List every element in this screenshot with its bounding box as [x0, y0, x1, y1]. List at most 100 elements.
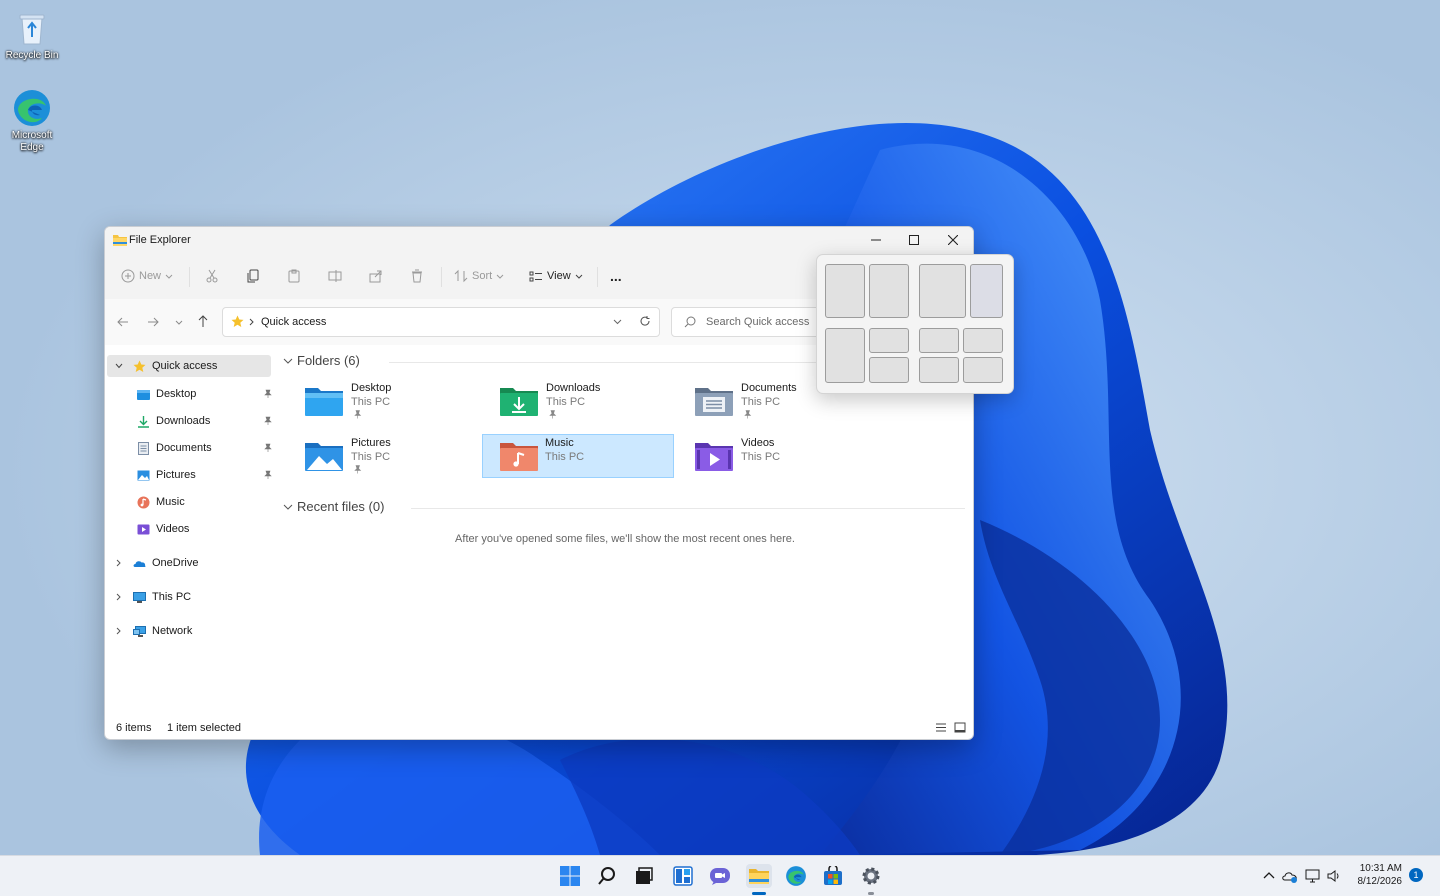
- clock[interactable]: 10:31 AM 8/12/2026: [1350, 862, 1403, 888]
- breadcrumb-chevron-icon: [249, 318, 254, 326]
- taskbar-store-button[interactable]: [821, 864, 845, 888]
- folders-header-label: Folders (6): [297, 353, 360, 368]
- desktop-icon-label: Recycle Bin: [5, 50, 59, 61]
- refresh-icon[interactable]: [639, 315, 651, 327]
- edge-icon: [786, 866, 806, 886]
- snap-zone-grid-bottom-left[interactable]: [919, 357, 959, 383]
- large-icons-view-icon[interactable]: [954, 722, 966, 733]
- snap-zone-three-top-right[interactable]: [869, 328, 909, 353]
- taskbar-file-explorer-button[interactable]: [746, 864, 772, 888]
- show-hidden-icons-icon[interactable]: [1262, 868, 1278, 884]
- sidebar-item-documents[interactable]: Documents: [137, 437, 273, 459]
- paste-button[interactable]: [287, 264, 301, 288]
- start-button[interactable]: [558, 864, 582, 888]
- search-box[interactable]: Search Quick access: [671, 307, 833, 337]
- address-bar[interactable]: Quick access: [222, 307, 660, 337]
- scissors-icon: [206, 269, 218, 283]
- folder-tile-desktop[interactable]: Desktop This PC: [301, 379, 491, 421]
- copy-button[interactable]: [246, 264, 260, 288]
- videos-icon: [137, 524, 150, 534]
- folders-section-header[interactable]: Folders (6): [283, 353, 360, 368]
- new-button[interactable]: New: [121, 264, 173, 288]
- address-dropdown-icon[interactable]: [613, 318, 622, 326]
- sidebar-item-network[interactable]: Network: [107, 620, 271, 642]
- sidebar-item-label: Videos: [156, 523, 190, 535]
- up-arrow-icon[interactable]: [197, 315, 209, 328]
- content-pane: Folders (6) Desktop This PC Downloads Th…: [277, 345, 973, 717]
- notification-badge[interactable]: 1: [1409, 868, 1423, 882]
- item-count: 6 items: [116, 722, 152, 734]
- pictures-icon: [137, 470, 150, 480]
- sidebar-item-onedrive[interactable]: OneDrive: [107, 552, 271, 574]
- desktop-icon-edge[interactable]: Microsoft Edge: [2, 88, 62, 154]
- snap-zone-narrow-right[interactable]: [970, 264, 1003, 318]
- folder-tile-pictures[interactable]: Pictures This PC: [301, 434, 491, 476]
- rename-button[interactable]: [328, 264, 342, 288]
- taskbar-search-button[interactable]: [595, 864, 619, 888]
- maximize-icon: [909, 235, 919, 245]
- sidebar-item-videos[interactable]: Videos: [137, 518, 273, 540]
- sidebar-item-pictures[interactable]: Pictures: [137, 464, 273, 486]
- chat-button[interactable]: [708, 864, 732, 888]
- breadcrumb-quick-access[interactable]: Quick access: [261, 316, 326, 328]
- forward-arrow-icon[interactable]: [147, 316, 159, 328]
- onedrive-tray-icon[interactable]: [1282, 868, 1298, 884]
- folder-location: This PC: [351, 451, 391, 463]
- expand-chevron-icon[interactable]: [116, 627, 122, 635]
- downloads-folder-icon: [500, 388, 538, 416]
- snap-zone-grid-bottom-right[interactable]: [963, 357, 1003, 383]
- sort-label: Sort: [472, 270, 493, 282]
- back-arrow-icon[interactable]: [117, 316, 129, 328]
- taskbar-settings-button[interactable]: [859, 864, 883, 888]
- desktop-icon-recycle-bin[interactable]: Recycle Bin: [2, 8, 62, 62]
- more-options-button[interactable]: ...: [610, 264, 622, 288]
- task-view-button[interactable]: [632, 864, 656, 888]
- folder-tile-videos[interactable]: Videos This PC: [691, 434, 881, 476]
- expand-chevron-icon[interactable]: [116, 593, 122, 601]
- toolbar-divider: [189, 267, 190, 287]
- folder-tile-music[interactable]: Music This PC: [482, 434, 674, 478]
- sort-button[interactable]: Sort: [454, 264, 504, 288]
- snap-zone-three-bottom-right[interactable]: [869, 357, 909, 383]
- delete-button[interactable]: [410, 264, 424, 288]
- expand-chevron-icon[interactable]: [116, 559, 122, 567]
- cut-button[interactable]: [205, 264, 219, 288]
- folder-name: Videos: [741, 437, 775, 449]
- sidebar-item-desktop[interactable]: Desktop: [137, 383, 273, 405]
- snap-zone-grid-top-left[interactable]: [919, 328, 959, 353]
- section-divider: [411, 508, 965, 509]
- title-bar[interactable]: File Explorer: [105, 227, 973, 253]
- maximize-button[interactable]: [895, 227, 933, 253]
- recent-files-section-header[interactable]: Recent files (0): [283, 499, 384, 514]
- sidebar-item-this-pc[interactable]: This PC: [107, 586, 271, 608]
- volume-icon[interactable]: [1326, 868, 1342, 884]
- snap-zone-two-equal-right[interactable]: [869, 264, 909, 318]
- snap-zone-three-left-big[interactable]: [825, 328, 865, 383]
- close-button[interactable]: [934, 227, 972, 253]
- sidebar-item-music[interactable]: Music: [137, 491, 273, 513]
- share-button[interactable]: [369, 264, 383, 288]
- folder-tile-downloads[interactable]: Downloads This PC: [496, 379, 686, 421]
- network-tray-icon[interactable]: [1305, 868, 1321, 884]
- widgets-icon: [673, 866, 693, 886]
- file-explorer-icon: [749, 869, 769, 884]
- sidebar-item-downloads[interactable]: Downloads: [137, 410, 273, 432]
- snap-zone-wide-left[interactable]: [919, 264, 966, 318]
- details-view-icon[interactable]: [935, 722, 947, 733]
- sidebar-item-label: Music: [156, 496, 185, 508]
- toolbar-divider: [441, 267, 442, 287]
- minimize-icon: [871, 239, 881, 241]
- recycle-bin-icon: [12, 8, 52, 48]
- snap-zone-two-equal-left[interactable]: [825, 264, 865, 318]
- expand-chevron-icon[interactable]: [115, 362, 123, 370]
- taskbar-edge-button[interactable]: [784, 864, 808, 888]
- sidebar-item-label: Quick access: [152, 360, 218, 372]
- minimize-button[interactable]: [857, 227, 895, 253]
- view-button[interactable]: View: [529, 264, 583, 288]
- status-bar: 6 items 1 item selected: [105, 717, 973, 739]
- recent-locations-chevron-icon[interactable]: [175, 318, 183, 326]
- widgets-button[interactable]: [671, 864, 695, 888]
- snap-zone-grid-top-right[interactable]: [963, 328, 1003, 353]
- sidebar-item-quick-access[interactable]: Quick access: [107, 355, 271, 377]
- chevron-down-icon: [496, 274, 504, 279]
